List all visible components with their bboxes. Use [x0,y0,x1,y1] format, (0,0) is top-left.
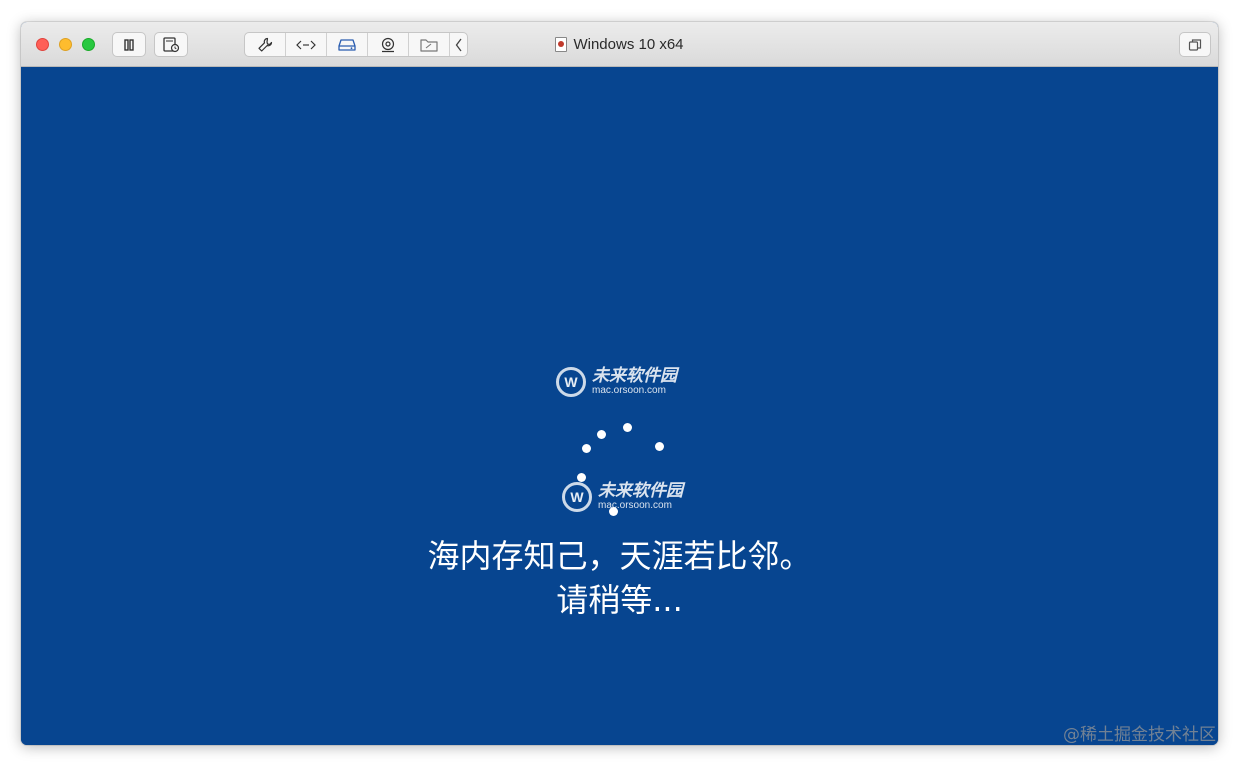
folder-icon [420,38,438,52]
camera-button[interactable] [368,33,409,56]
wrench-icon [258,37,273,52]
vm-window: Windows 10 x64 W 未来软件园 mac.orsoon.com W … [21,22,1218,745]
corner-watermark: @稀土掘金技术社区 [1063,725,1216,745]
watermark-name: 未来软件园 [592,366,677,386]
spinner-dot [577,473,586,482]
window-title-area: Windows 10 x64 [21,22,1218,67]
setup-message-line1: 海内存知己，天涯若比邻。 [427,537,812,575]
watermark-name: 未来软件园 [598,481,683,501]
toolbar-segment [244,32,468,57]
pause-button[interactable] [112,32,146,57]
watermark-bottom: W 未来软件园 mac.orsoon.com [562,482,683,512]
spinner-dot [582,444,591,453]
network-button[interactable] [286,33,327,56]
snapshot-button[interactable] [154,32,188,57]
disk-button[interactable] [327,33,368,56]
spinner-dot [597,430,606,439]
setup-message-line2: 请稍等... [556,581,683,619]
webcam-icon [381,37,395,52]
watermark-logo-icon: W [556,367,586,397]
watermark-logo-icon: W [562,482,592,512]
collapse-toolbar-button[interactable] [450,33,467,56]
hard-disk-icon [338,38,356,51]
minimize-window-button[interactable] [59,38,72,51]
settings-button[interactable] [245,33,286,56]
shared-folder-button[interactable] [409,33,450,56]
spinner-dot [623,423,632,432]
restore-button[interactable] [1179,32,1211,57]
vm-document-icon [555,37,568,52]
copy-windows-icon [1188,38,1202,51]
snapshot-icon [163,36,180,52]
code-arrows-icon [296,40,316,49]
chevron-left-icon [455,38,462,51]
watermark-url: mac.orsoon.com [598,500,672,511]
watermark-top: W 未来软件园 mac.orsoon.com [556,367,677,397]
close-window-button[interactable] [36,38,49,51]
window-title: Windows 10 x64 [573,36,684,53]
watermark-url: mac.orsoon.com [592,385,666,396]
pause-icon [124,38,134,51]
spinner-dot [655,442,664,451]
maximize-window-button[interactable] [82,38,95,51]
vm-screen[interactable]: W 未来软件园 mac.orsoon.com W 未来软件园 mac.orsoo… [21,67,1218,745]
title-bar: Windows 10 x64 [21,22,1218,67]
